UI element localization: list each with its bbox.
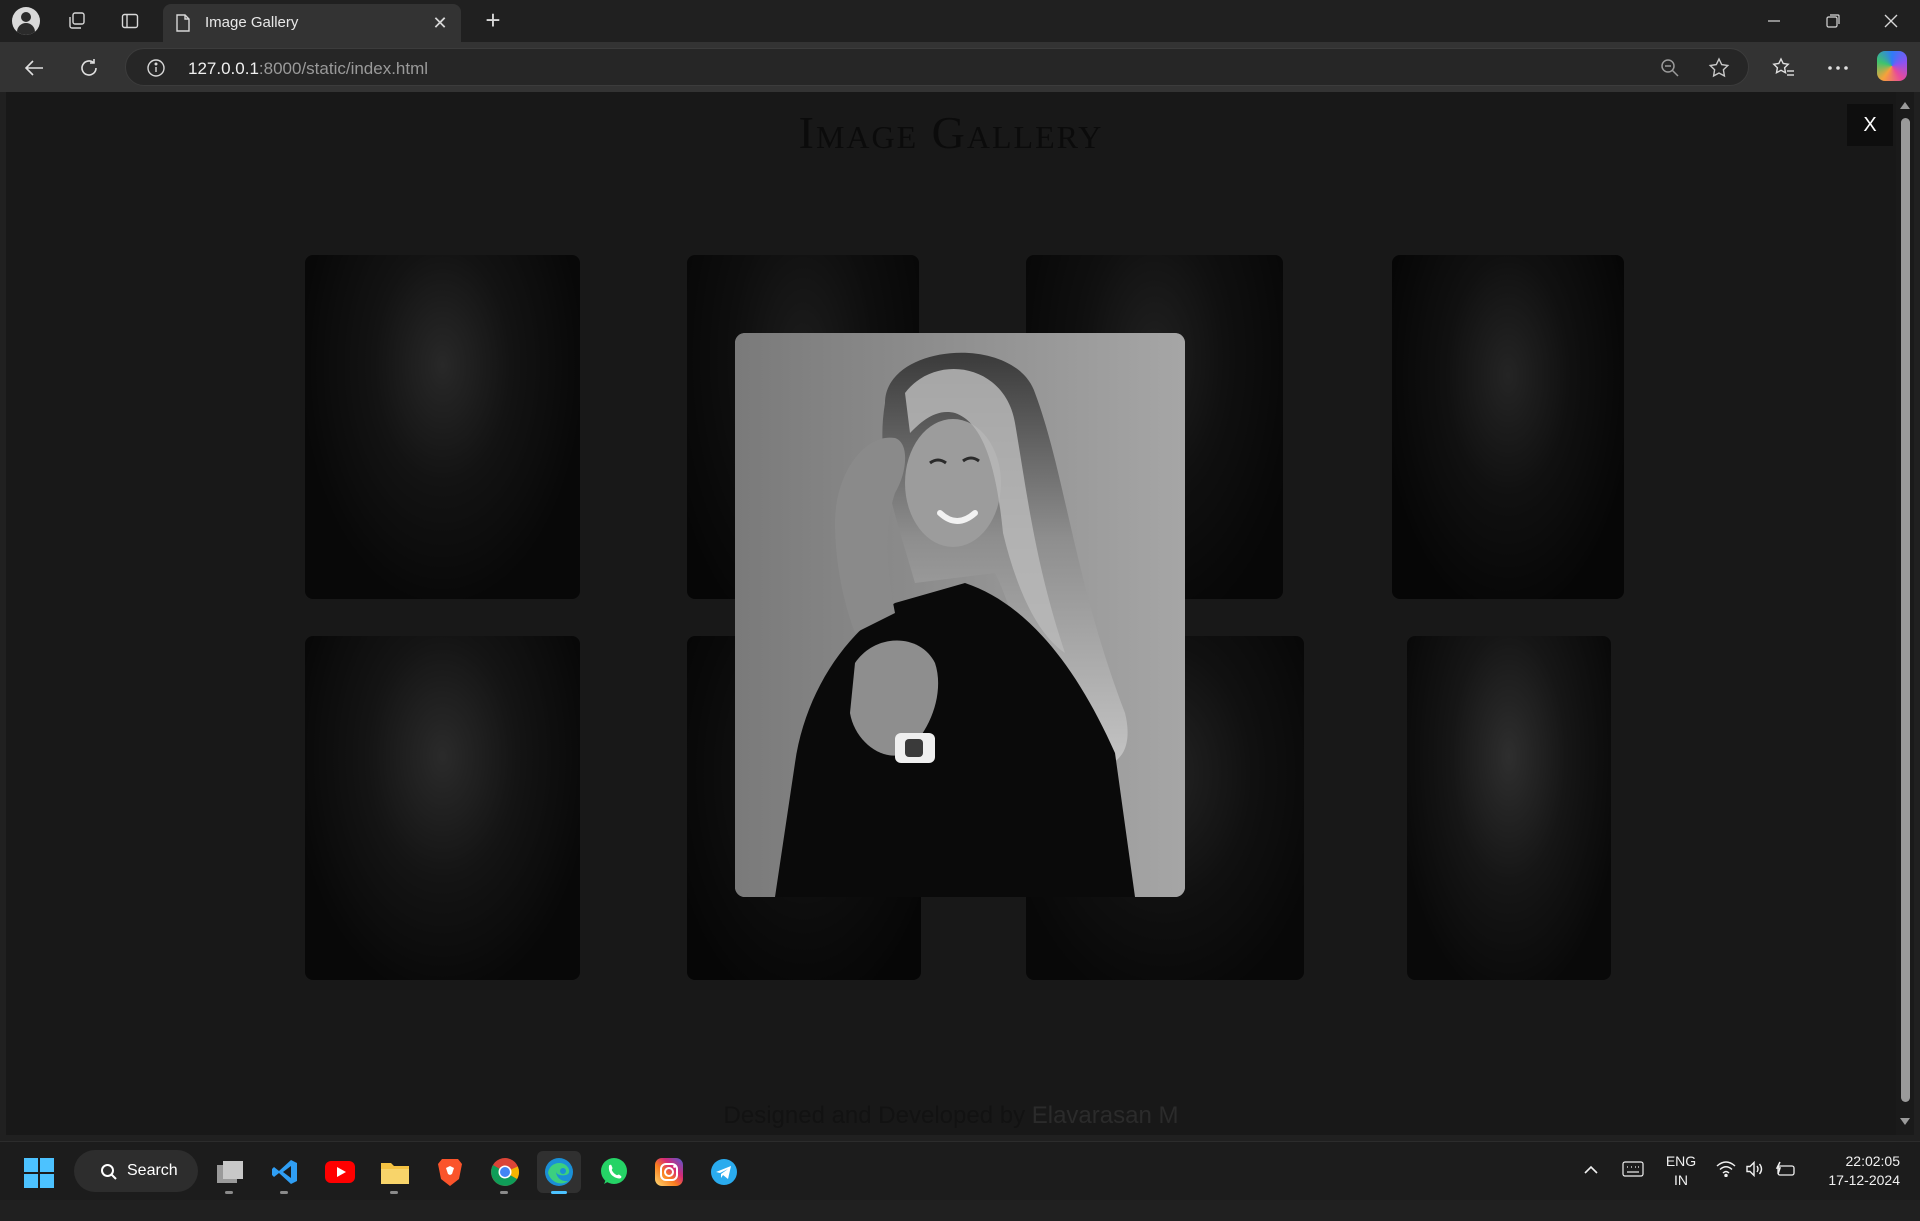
tab-image-gallery[interactable]: Image Gallery ✕	[163, 4, 461, 42]
more-options-icon[interactable]	[1822, 52, 1854, 84]
profile-icon[interactable]	[11, 6, 41, 36]
page-footer: Designed and Developed by Elavarasan M	[6, 1102, 1896, 1130]
site-info-icon[interactable]	[146, 58, 166, 83]
footer-author: Elavarasan M	[1031, 1102, 1179, 1129]
language-indicator[interactable]: ENG IN	[1665, 1152, 1697, 1211]
new-tab-button[interactable]: +	[478, 6, 508, 36]
page-viewport: Image Gallery Designed and Developed by …	[6, 92, 1896, 1135]
scrollbar-thumb[interactable]	[1901, 118, 1910, 1102]
browser-toolbar: 127.0.0.1:8000/static/index.html	[0, 42, 1920, 92]
tab-title: Image Gallery	[205, 14, 299, 31]
browser-titlebar: Image Gallery ✕ +	[0, 0, 1920, 42]
show-hidden-icons-icon[interactable]	[1583, 1162, 1599, 1221]
brave-browser-app-icon[interactable]	[428, 1151, 472, 1193]
favorite-star-icon[interactable]	[1708, 57, 1730, 84]
tab-actions-icon[interactable]	[115, 6, 145, 36]
address-bar[interactable]: 127.0.0.1:8000/static/index.html	[125, 48, 1749, 86]
wifi-icon[interactable]	[1716, 1161, 1736, 1220]
chrome-app-icon[interactable]	[483, 1151, 527, 1194]
battery-icon[interactable]	[1774, 1160, 1796, 1219]
minimize-icon[interactable]	[1751, 0, 1797, 42]
keyboard-icon[interactable]	[1622, 1161, 1644, 1220]
telegram-app-icon[interactable]	[702, 1151, 746, 1193]
page-scrollbar[interactable]	[1896, 92, 1914, 1135]
gallery-photo[interactable]	[1392, 255, 1624, 599]
url-text[interactable]: 127.0.0.1:8000/static/index.html	[188, 59, 428, 79]
search-label: Search	[127, 1162, 178, 1179]
vs-code-app-icon[interactable]	[263, 1151, 307, 1194]
windows-taskbar: Search ENG IN 22:02:05 17-12-2024	[0, 1141, 1920, 1200]
clock-date: 17-12-2024	[1828, 1172, 1900, 1188]
lightbox-image	[735, 333, 1185, 897]
instagram-app-icon[interactable]	[647, 1151, 691, 1193]
gallery-photo[interactable]	[305, 255, 580, 599]
zoom-icon[interactable]	[1660, 58, 1680, 83]
youtube-app-icon[interactable]	[318, 1151, 362, 1193]
favorites-icon[interactable]	[1768, 52, 1800, 84]
clock[interactable]: 22:02:05 17-12-2024	[1810, 1152, 1900, 1211]
volume-icon[interactable]	[1745, 1160, 1765, 1220]
file-manager-app-icon[interactable]	[208, 1151, 252, 1194]
close-window-icon[interactable]	[1868, 0, 1914, 42]
tab-close-icon[interactable]: ✕	[429, 12, 451, 34]
footer-credit-text: Designed and Developed by	[723, 1102, 1032, 1129]
windows-start-icon[interactable]	[24, 1158, 54, 1188]
page-icon	[175, 13, 191, 38]
scroll-up-arrow-icon[interactable]	[1900, 102, 1910, 109]
search-icon	[100, 1163, 118, 1186]
workspaces-icon[interactable]	[62, 6, 92, 36]
reload-icon[interactable]	[73, 52, 105, 84]
scroll-down-arrow-icon[interactable]	[1900, 1118, 1910, 1125]
taskbar-search[interactable]: Search	[74, 1150, 198, 1192]
gallery-photo[interactable]	[305, 636, 580, 980]
edge-app-icon[interactable]	[537, 1151, 581, 1194]
back-icon[interactable]	[18, 52, 50, 84]
clock-time: 22:02:05	[1845, 1153, 1901, 1169]
lightbox-close-button[interactable]: X	[1847, 104, 1893, 146]
file-explorer-app-icon[interactable]	[373, 1151, 417, 1194]
whatsapp-app-icon[interactable]	[592, 1151, 636, 1193]
gallery-photo[interactable]	[1407, 636, 1611, 980]
copilot-icon[interactable]	[1877, 51, 1907, 81]
region-code: IN	[1674, 1172, 1688, 1188]
restore-icon[interactable]	[1810, 0, 1856, 42]
language-code: ENG	[1665, 1153, 1697, 1169]
